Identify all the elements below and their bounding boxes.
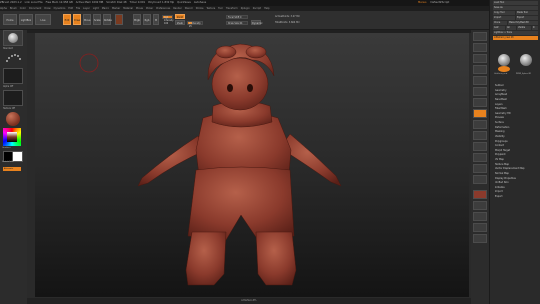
sphere-tool-thumb[interactable]: [498, 54, 510, 66]
active-points: ActivePoints: 3.27 Mil: [275, 15, 300, 18]
zadd-button[interactable]: Zadd: [175, 14, 185, 19]
lightbox-tools-button[interactable]: Lightbox > Tools: [493, 31, 538, 35]
alternate-button[interactable]: Alternate: [3, 167, 21, 171]
gradient-label: Gradient: [2, 147, 11, 149]
save-as-button[interactable]: Save As: [493, 6, 538, 10]
move-button[interactable]: Move: [83, 14, 91, 25]
texture-button[interactable]: [3, 90, 23, 106]
status-bar: LittleHero.ZTL: [27, 298, 471, 304]
zsub-button[interactable]: Zsub: [175, 20, 185, 25]
top-toolbar: Home Page LightBox Live Boolean Edit Dra…: [0, 11, 540, 33]
all-button[interactable]: All: [506, 26, 516, 30]
floor-icon[interactable]: [473, 98, 487, 107]
spix-icon[interactable]: [473, 43, 487, 52]
default-zscript[interactable]: DefaultZScript: [430, 1, 449, 4]
viewport-canvas[interactable]: [35, 33, 469, 297]
ghost-icon[interactable]: [473, 212, 487, 221]
edit-button[interactable]: Edit: [63, 14, 71, 25]
solo-icon[interactable]: [473, 223, 487, 232]
visible-button[interactable]: Visible: [517, 26, 531, 30]
rotate-button[interactable]: Rotate: [103, 14, 112, 25]
m-button[interactable]: M: [153, 14, 159, 25]
tool-palette: Load Tool Save As Copy Tool Paste Tool I…: [489, 0, 540, 304]
draw-size-label: Draw Size 64: [228, 22, 243, 25]
subtool-name: Littlehero_new: [494, 73, 508, 75]
persp-icon[interactable]: [473, 87, 487, 96]
transp-icon[interactable]: [473, 201, 487, 210]
mrgb-button[interactable]: Mrgb: [133, 14, 141, 25]
dots-stroke-icon: [6, 54, 21, 62]
tool-thumbnails: Littlehero_new PM3D_Sphere3D: [494, 42, 536, 78]
material-button[interactable]: [3, 111, 23, 127]
tool-menu-list: Subtool Geometry ArrayMesh NanoMesh Layers Fi…: [495, 84, 539, 200]
lsym-icon[interactable]: [473, 120, 487, 129]
right-shelf: [471, 30, 489, 304]
dynamic-button[interactable]: Dynamic: [251, 20, 263, 25]
goz-button[interactable]: GoZ: [493, 26, 505, 30]
little-hero-thumb[interactable]: [498, 66, 510, 72]
paste-tool-button[interactable]: Paste Tool: [516, 11, 538, 15]
live-boolean-button[interactable]: Live Boolean: [35, 14, 51, 33]
import-button[interactable]: Import: [493, 16, 515, 20]
copy-tool-button[interactable]: Copy Tool: [493, 11, 515, 15]
polyf-icon[interactable]: [473, 190, 487, 199]
brush-sphere-icon: [8, 33, 18, 43]
subtool-name: PM3D_Sphere3D: [516, 73, 531, 75]
color-picker[interactable]: [3, 128, 21, 146]
total-points: TotalPoints: 3.664 Mil: [275, 21, 300, 24]
actual-icon[interactable]: [473, 65, 487, 74]
export-button[interactable]: Export: [516, 16, 538, 20]
rotate-view-icon[interactable]: [473, 175, 487, 184]
focal-shift-slider[interactable]: Focal Shift 0: [226, 15, 248, 19]
xpose-icon[interactable]: [473, 234, 487, 243]
rgb-intensity-slider[interactable]: Rgb Intensity 100: [162, 15, 174, 25]
r-button[interactable]: R: [532, 26, 538, 30]
move-view-icon[interactable]: [473, 153, 487, 162]
standard-brush-button[interactable]: [3, 30, 23, 46]
left-shelf: Standard Dots Alpha Off Texture Off Grad…: [0, 30, 27, 304]
gxyz-icon[interactable]: [473, 131, 487, 140]
color-picker-square[interactable]: [7, 132, 17, 142]
material-sphere-icon: [6, 112, 20, 126]
z-intensity-slider[interactable]: Z Intensity 25: [187, 21, 203, 28]
menus-toggle[interactable]: Menus: [418, 1, 426, 4]
focal-shift-label: Focal Shift 0: [228, 16, 242, 19]
make-polymesh-button[interactable]: Make PolyMesh3D: [508, 21, 538, 25]
texture-off-label: Texture Off: [3, 107, 15, 110]
aahalf-icon[interactable]: [473, 76, 487, 85]
load-tool-button[interactable]: Load Tool: [493, 1, 538, 5]
draw-size-slider[interactable]: Draw Size 64: [226, 21, 248, 25]
pm3d-tool-thumb[interactable]: [520, 54, 532, 66]
clone-button[interactable]: Clone: [493, 21, 507, 25]
switch-color-label[interactable]: SwitchColor: [2, 161, 14, 163]
tool-menu-item[interactable]: Export: [495, 195, 539, 200]
frame-icon[interactable]: [473, 142, 487, 151]
bpr-icon[interactable]: [473, 32, 487, 41]
home-page-button[interactable]: Home Page: [3, 14, 17, 33]
current-tool-slider[interactable]: Littlehero_new 48: [493, 36, 538, 40]
standard-label: Standard: [3, 47, 13, 50]
zoom3d-icon[interactable]: [473, 164, 487, 173]
stroke-dots-button[interactable]: [3, 51, 23, 67]
alpha-button[interactable]: [3, 68, 23, 84]
draw-button[interactable]: Draw: [73, 14, 81, 25]
local-icon[interactable]: [473, 109, 487, 118]
alpha-off-label: Alpha Off: [3, 85, 14, 88]
rgb-button[interactable]: Rgb: [143, 14, 151, 25]
z-intensity-label: Z Intensity 25: [189, 22, 201, 28]
material-swatch[interactable]: [115, 14, 123, 25]
scale-button[interactable]: Scale: [93, 14, 101, 25]
lightbox-button[interactable]: LightBox: [19, 14, 33, 25]
zoom-icon[interactable]: [473, 54, 487, 63]
